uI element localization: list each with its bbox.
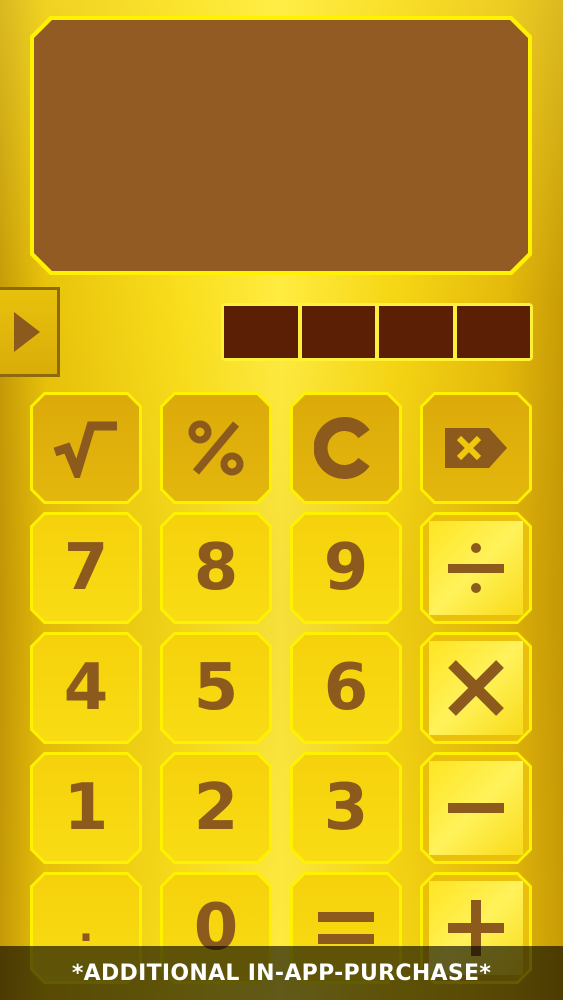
percent-icon — [186, 418, 246, 478]
digit-2-button[interactable]: 2 — [160, 752, 272, 864]
minus-button[interactable] — [420, 752, 532, 864]
clear-button[interactable] — [290, 392, 402, 504]
in-app-purchase-text: *ADDITIONAL IN-APP-PURCHASE* — [71, 960, 492, 986]
backspace-button[interactable] — [420, 392, 532, 504]
percent-button[interactable] — [160, 392, 272, 504]
digit-9-button[interactable]: 9 — [290, 512, 402, 624]
decimal-label: . — [78, 905, 94, 951]
digit-3-button[interactable]: 3 — [290, 752, 402, 864]
digit-4-label: 4 — [63, 651, 109, 725]
digit-8-button[interactable]: 8 — [160, 512, 272, 624]
result-display — [30, 16, 532, 275]
divide-icon — [444, 536, 508, 600]
side-panel-toggle[interactable] — [0, 287, 60, 377]
memory-slot-4 — [456, 306, 530, 358]
digit-6-label: 6 — [323, 651, 369, 725]
memory-indicator-bar — [221, 303, 533, 361]
sqrt-button[interactable] — [30, 392, 142, 504]
divide-button[interactable] — [420, 512, 532, 624]
digit-1-label: 1 — [63, 771, 109, 845]
digit-5-label: 5 — [193, 651, 239, 725]
digit-2-label: 2 — [193, 771, 239, 845]
digit-3-label: 3 — [323, 771, 369, 845]
multiply-button[interactable] — [420, 632, 532, 744]
result-display-screen — [34, 20, 528, 271]
multiply-icon — [444, 656, 508, 720]
digit-7-label: 7 — [63, 531, 109, 605]
play-triangle-icon — [13, 312, 40, 352]
digit-5-button[interactable]: 5 — [160, 632, 272, 744]
digit-6-button[interactable]: 6 — [290, 632, 402, 744]
backspace-icon — [443, 426, 509, 470]
memory-slot-1 — [224, 306, 298, 358]
digit-1-button[interactable]: 1 — [30, 752, 142, 864]
clear-c-icon — [314, 416, 378, 480]
memory-slot-2 — [301, 306, 375, 358]
memory-slot-3 — [379, 306, 453, 358]
digit-9-label: 9 — [323, 531, 369, 605]
square-root-icon — [51, 418, 121, 478]
digit-4-button[interactable]: 4 — [30, 632, 142, 744]
minus-icon — [444, 776, 508, 840]
digit-7-button[interactable]: 7 — [30, 512, 142, 624]
digit-8-label: 8 — [193, 531, 239, 605]
in-app-purchase-banner: *ADDITIONAL IN-APP-PURCHASE* — [0, 946, 563, 1000]
